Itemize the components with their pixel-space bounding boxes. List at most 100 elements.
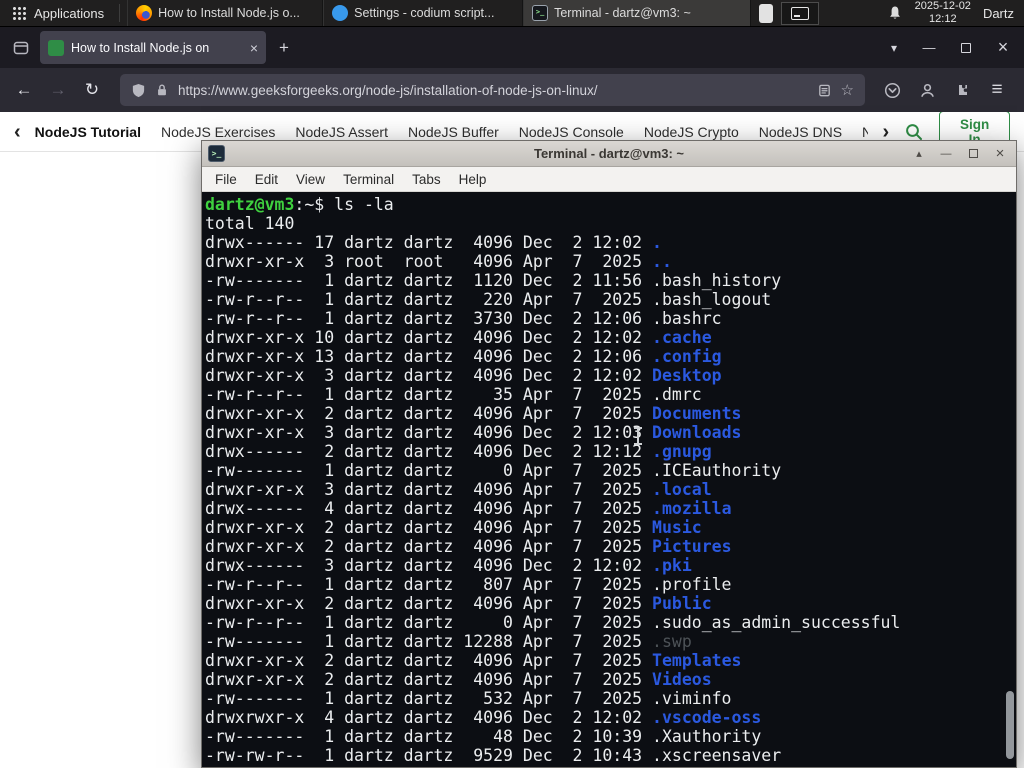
nav-item[interactable]: Node xyxy=(862,124,868,140)
username-label: Dartz xyxy=(982,5,1014,21)
clock[interactable]: 2025-12-02 12:12 xyxy=(915,0,971,25)
terminal-scrollbar[interactable] xyxy=(1004,194,1015,765)
taskbar-item[interactable]: How to Install Node.js o... xyxy=(127,0,324,26)
tab-close-icon[interactable]: × xyxy=(250,40,258,56)
menu-item-help[interactable]: Help xyxy=(450,172,496,187)
terminal-window: >_ Terminal - dartz@vm3: ~ ▴ — × File Edi… xyxy=(201,140,1017,768)
terminal-output: dartz@vm3:~$ ls -la total 140 drwx------ 1… xyxy=(205,195,1016,765)
account-button[interactable] xyxy=(912,75,942,105)
terminal-line: drwx------ 2 dartz dartz 4096 Dec 2 12:1… xyxy=(205,442,712,461)
terminal-titlebar[interactable]: >_ Terminal - dartz@vm3: ~ ▴ — × xyxy=(202,141,1016,167)
clock-date: 2025-12-02 xyxy=(914,0,971,13)
codium-icon xyxy=(332,5,349,21)
terminal-line: -rw-r--r-- 1 dartz dartz 220 Apr 7 2025 … xyxy=(205,290,772,309)
reload-button[interactable]: ↻ xyxy=(76,74,108,106)
clock-time: 12:12 xyxy=(929,13,957,25)
url-bar[interactable]: https://www.geeksforgeeks.org/node-js/in… xyxy=(120,74,865,106)
terminal-line: drwxr-xr-x 2 dartz dartz 4096 Apr 7 2025… xyxy=(205,404,742,423)
taskbar: How to Install Node.js o... Settings - co… xyxy=(127,0,752,26)
minimize-window-button[interactable]: — xyxy=(936,145,956,163)
menu-item-edit[interactable]: Edit xyxy=(246,172,287,187)
tracking-protection-shield-icon[interactable] xyxy=(131,83,146,98)
firefox-icon xyxy=(136,5,153,21)
search-icon xyxy=(906,123,923,140)
pocket-button[interactable] xyxy=(877,75,907,105)
menu-item-terminal[interactable]: Terminal xyxy=(334,172,403,187)
terminal-line: -rw------- 1 dartz dartz 532 Apr 7 2025 … xyxy=(205,689,732,708)
menu-item-file[interactable]: File xyxy=(206,172,246,187)
notification-bell-icon[interactable] xyxy=(887,5,903,21)
extensions-button[interactable] xyxy=(947,75,977,105)
connection-lock-icon[interactable] xyxy=(155,83,169,97)
taskbar-item-label: Settings - codium script... xyxy=(354,6,495,20)
nav-item[interactable]: NodeJS Exercises xyxy=(161,124,275,140)
terminal-line: drwx------ 4 dartz dartz 4096 Apr 7 2025… xyxy=(205,499,732,518)
terminal-screen[interactable]: dartz@vm3:~$ ls -la total 140 drwx------ 1… xyxy=(202,192,1016,767)
list-all-tabs-button[interactable]: ▾ xyxy=(879,34,909,62)
terminal-line: drwxrwxr-x 4 dartz dartz 4096 Dec 2 12:0… xyxy=(205,708,762,727)
terminal-line: -rw-r--r-- 1 dartz dartz 3730 Dec 2 12:0… xyxy=(205,309,722,328)
terminal-line: total 140 xyxy=(205,214,295,233)
terminal-app-icon: >_ xyxy=(208,145,225,162)
browser-tab-bar: How to Install Node.js on × + ▾ — × xyxy=(0,27,1024,68)
terminal-line: drwxr-xr-x 2 dartz dartz 4096 Apr 7 2025… xyxy=(205,670,712,689)
taskbar-item-label: How to Install Node.js o... xyxy=(158,6,300,20)
menu-button[interactable]: ≡ xyxy=(982,75,1012,105)
panel-status-area: 2025-12-02 12:12 Dartz xyxy=(887,0,1024,25)
terminal-line: -rw------- 1 dartz dartz 0 Apr 7 2025 .I… xyxy=(205,461,782,480)
scrollbar-thumb[interactable] xyxy=(1006,691,1014,759)
panel-separator xyxy=(119,4,121,22)
terminal-line: -rw-rw-r-- 1 dartz dartz 9529 Dec 2 10:4… xyxy=(205,746,782,765)
terminal-title: Terminal - dartz@vm3: ~ xyxy=(533,146,685,161)
reader-view-icon[interactable] xyxy=(817,83,832,98)
top-panel: Applications How to Install Node.js o...… xyxy=(0,0,1024,27)
search-button[interactable] xyxy=(904,122,924,142)
nav-scroll-left-icon[interactable]: ‹ xyxy=(14,122,21,142)
window-controls: ▾ — × xyxy=(879,34,1024,62)
nav-item[interactable]: NodeJS Console xyxy=(519,124,624,140)
nav-item[interactable]: NodeJS Buffer xyxy=(408,124,499,140)
new-tab-button[interactable]: + xyxy=(270,34,298,62)
maximize-window-button[interactable] xyxy=(963,145,983,163)
nav-item[interactable]: NodeJS Assert xyxy=(295,124,388,140)
terminal-icon: >_ xyxy=(532,5,549,21)
terminal-line: drwxr-xr-x 3 dartz dartz 4096 Dec 2 12:0… xyxy=(205,423,742,442)
nav-item[interactable]: NodeJS DNS xyxy=(759,124,842,140)
terminal-line: drwxr-xr-x 13 dartz dartz 4096 Dec 2 12:… xyxy=(205,347,722,366)
taskbar-item[interactable]: Settings - codium script... xyxy=(323,0,524,26)
url-text[interactable]: https://www.geeksforgeeks.org/node-js/in… xyxy=(178,83,808,98)
firefox-view-button[interactable] xyxy=(7,34,35,62)
terminal-line: drwx------ 3 dartz dartz 4096 Dec 2 12:0… xyxy=(205,556,692,575)
terminal-line: drwxr-xr-x 3 root root 4096 Apr 7 2025 .… xyxy=(205,252,672,271)
applications-grid-icon xyxy=(12,5,27,21)
menu-item-tabs[interactable]: Tabs xyxy=(403,172,450,187)
maximize-icon xyxy=(968,149,978,158)
nav-item[interactable]: NodeJS Crypto xyxy=(644,124,739,140)
bookmark-star-icon[interactable]: ☆ xyxy=(841,81,854,99)
window-maximize-button[interactable] xyxy=(949,34,983,62)
terminal-line: -rw-r--r-- 1 dartz dartz 807 Apr 7 2025 … xyxy=(205,575,732,594)
forward-button[interactable]: → xyxy=(42,74,74,106)
nav-item[interactable]: NodeJS Tutorial xyxy=(35,124,141,140)
menu-item-view[interactable]: View xyxy=(287,172,334,187)
nav-scroll-right-icon[interactable]: › xyxy=(882,122,889,142)
browser-tab[interactable]: How to Install Node.js on × xyxy=(40,31,266,64)
browser-toolbar: ← → ↻ https://www.geeksforgeeks.org/node… xyxy=(0,68,1024,112)
applications-label: Applications xyxy=(34,5,105,21)
applications-menu-button[interactable]: Applications xyxy=(0,0,116,26)
terminal-window-controls: ▴ — × xyxy=(909,145,1010,163)
terminal-line: drwxr-xr-x 3 dartz dartz 4096 Dec 2 12:0… xyxy=(205,366,722,385)
terminal-line: drwxr-xr-x 2 dartz dartz 4096 Apr 7 2025… xyxy=(205,518,702,537)
maximize-icon xyxy=(961,42,971,53)
taskbar-item[interactable]: >_ Terminal - dartz@vm3: ~ xyxy=(523,0,752,26)
window-close-button[interactable]: × xyxy=(986,34,1020,62)
window-minimize-button[interactable]: — xyxy=(912,34,946,62)
close-window-button[interactable]: × xyxy=(990,145,1010,163)
back-button[interactable]: ← xyxy=(8,74,40,106)
terminal-menubar: File Edit View Terminal Tabs Help xyxy=(202,167,1016,192)
terminal-line: drwxr-xr-x 2 dartz dartz 4096 Apr 7 2025… xyxy=(205,537,732,556)
terminal-line: -rw-r--r-- 1 dartz dartz 35 Apr 7 2025 .… xyxy=(205,385,702,404)
terminal-line: -rw------- 1 dartz dartz 12288 Apr 7 202… xyxy=(205,632,692,651)
tray-window-button[interactable] xyxy=(781,1,820,25)
shade-window-button[interactable]: ▴ xyxy=(909,145,929,163)
